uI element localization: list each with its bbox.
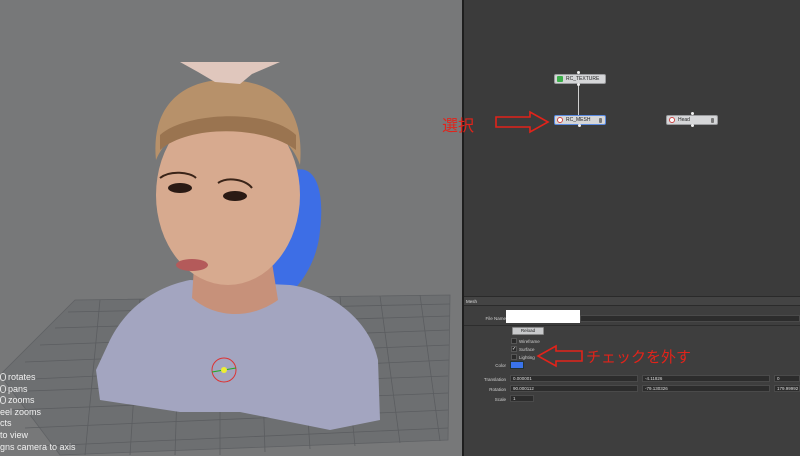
- rotation-z-field[interactable]: 179.99992: [774, 385, 800, 392]
- translation-x-field[interactable]: 0.000001: [510, 375, 638, 382]
- divider: [464, 325, 800, 326]
- node-link: [578, 84, 579, 119]
- node-port[interactable]: [578, 124, 581, 127]
- help-line: zooms: [0, 395, 80, 407]
- scale-label: Scale: [494, 397, 506, 402]
- panel-header: [464, 297, 800, 306]
- mouse-icon: [0, 373, 6, 381]
- panel-title: Mesh: [466, 299, 478, 304]
- rotation-x-field[interactable]: 90.000112: [510, 385, 638, 392]
- lighting-label: Lighting: [519, 355, 535, 360]
- rotation-y-field[interactable]: -79.130326: [642, 385, 770, 392]
- color-swatch[interactable]: [510, 361, 524, 369]
- app-window: rotates pans zooms eel zooms cts to view…: [0, 0, 800, 456]
- node-port[interactable]: [577, 71, 580, 74]
- color-label: Color: [495, 363, 506, 368]
- rotation-label: Rotation: [489, 387, 506, 392]
- viewport-help-overlay: rotates pans zooms eel zooms cts to view…: [0, 372, 80, 453]
- mesh-icon: [669, 117, 675, 123]
- mouse-icon: [0, 396, 6, 405]
- wireframe-checkbox[interactable]: [511, 338, 517, 344]
- light-bulb-icon[interactable]: [711, 118, 714, 123]
- node-rc-texture[interactable]: RC_TEXTURE: [554, 74, 606, 84]
- node-port[interactable]: [577, 83, 580, 86]
- translation-label: Translation: [483, 377, 506, 382]
- reload-button[interactable]: Reload: [512, 327, 544, 335]
- help-line: rotates: [0, 372, 80, 384]
- translation-y-field[interactable]: -4.11826: [642, 375, 770, 382]
- help-line: cts: [0, 418, 12, 429]
- file-name-field-bg: [580, 315, 800, 322]
- node-port[interactable]: [691, 112, 694, 115]
- check-icon: ✓: [512, 346, 517, 352]
- arrow-right-icon: [495, 110, 550, 134]
- translation-z-field[interactable]: 0: [774, 375, 800, 382]
- mouse-icon: [0, 384, 6, 393]
- surface-label: Surface: [519, 347, 535, 352]
- node-port[interactable]: [691, 124, 694, 127]
- 3d-viewport[interactable]: rotates pans zooms eel zooms cts to view…: [0, 0, 462, 456]
- help-line: gns camera to axis: [0, 441, 76, 452]
- help-line: eel zooms: [0, 406, 42, 417]
- surface-checkbox[interactable]: ✓: [511, 346, 517, 352]
- annotation-select-label: 選択: [442, 118, 475, 135]
- lighting-checkbox[interactable]: [511, 354, 517, 360]
- file-name-input[interactable]: [506, 310, 580, 323]
- file-name-label: File Name: [485, 316, 506, 321]
- arrow-left-icon: [536, 344, 583, 368]
- mesh-icon: [557, 117, 563, 123]
- annotation-uncheck-label: チェックを外す: [586, 349, 692, 366]
- light-bulb-icon[interactable]: [599, 118, 602, 123]
- scale-field[interactable]: 1: [510, 395, 534, 402]
- top-marker: [180, 62, 280, 84]
- help-line: pans: [0, 384, 80, 396]
- help-line: to view: [0, 429, 29, 440]
- texture-icon: [557, 76, 563, 82]
- node-graph[interactable]: RC_TEXTURE RC_MESH Head: [464, 0, 800, 296]
